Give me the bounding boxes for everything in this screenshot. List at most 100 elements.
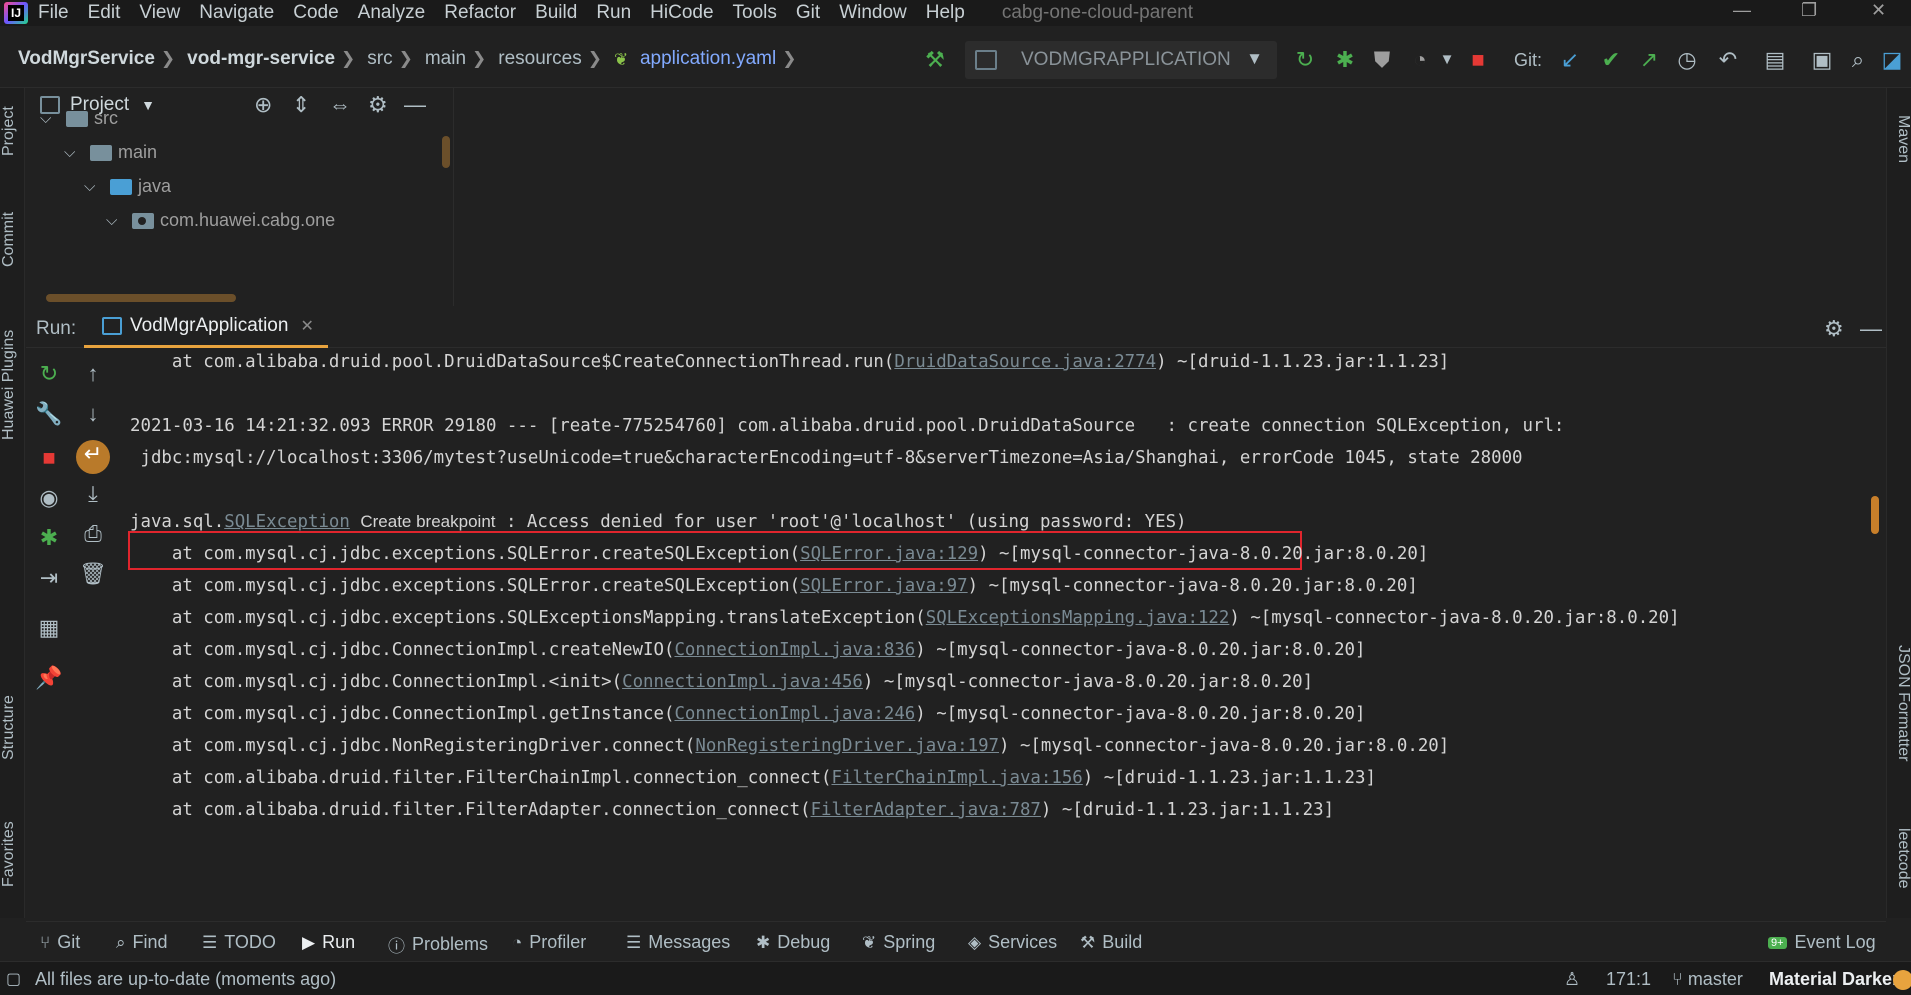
camera-icon[interactable]: ◉ (34, 484, 64, 512)
tab-vodmgrapplication[interactable]: VodMgrApplication ✕ (84, 306, 328, 348)
git-commit-icon[interactable]: ✔ (1596, 46, 1626, 74)
menu-edit[interactable]: Edit (88, 2, 121, 24)
close-icon[interactable]: ✕ (1871, 0, 1886, 21)
status-message[interactable]: All files are up-to-date (moments ago) (35, 969, 336, 990)
menu-file[interactable]: File (38, 2, 69, 24)
menu-git[interactable]: Git (796, 2, 820, 24)
plugin-icon[interactable]: ◪ (1877, 46, 1907, 74)
restore-icon[interactable]: ❐ (1801, 0, 1817, 21)
tab-services[interactable]: ◈ Services (968, 932, 1057, 953)
git-branch-widget[interactable]: ⑂ master (1672, 969, 1743, 990)
tab-huawei-plugins[interactable]: Huawei Plugins (0, 320, 25, 450)
tab-json-formatter[interactable]: JSON Formatter (1887, 628, 1911, 778)
theme-label[interactable]: Material Darker (1769, 969, 1899, 990)
hide-icon[interactable]: — (1860, 316, 1882, 342)
chevron-down-icon[interactable]: ⌵ (40, 110, 58, 127)
tab-find[interactable]: ⌕ Find (116, 932, 168, 953)
tab-project[interactable]: Project (0, 96, 25, 166)
soft-wrap-icon[interactable]: ↵ (76, 440, 110, 474)
trash-icon[interactable]: 🗑 (78, 560, 108, 588)
gear-icon[interactable]: ⚙ (368, 92, 388, 118)
menu-navigate[interactable]: Navigate (199, 2, 274, 24)
tab-messages[interactable]: ☰ Messages (626, 932, 730, 953)
console-output[interactable]: at com.alibaba.druid.pool.DruidDataSourc… (126, 348, 1879, 918)
source-link[interactable]: ConnectionImpl.java:246 (674, 704, 915, 724)
source-link[interactable]: DruidDataSource.java:2774 (894, 352, 1156, 372)
tab-profiler[interactable]: ◔ Profiler (512, 932, 586, 953)
tab-todo[interactable]: ☰ TODO (202, 932, 276, 953)
tab-debug[interactable]: ✱ Debug (756, 932, 830, 953)
source-link[interactable]: SQLExceptionsMapping.java:122 (926, 608, 1230, 628)
rerun-icon[interactable]: ↻ (34, 360, 64, 388)
tab-favorites[interactable]: Favorites (0, 806, 25, 902)
rollback-icon[interactable]: ↶ (1713, 46, 1743, 74)
source-link[interactable]: FilterAdapter.java:787 (811, 800, 1041, 820)
down-arrow-icon[interactable]: ↓ (78, 400, 108, 428)
chevron-down-icon[interactable]: ⌵ (84, 178, 102, 195)
breadcrumb-module[interactable]: vod-mgr-service (187, 48, 335, 70)
profile-icon[interactable]: ◔ (1405, 46, 1435, 74)
chevron-down-icon[interactable]: ⌵ (64, 144, 82, 161)
source-link[interactable]: NonRegisteringDriver.java:197 (695, 736, 999, 756)
tab-event-log[interactable]: 9+ Event Log (1768, 932, 1876, 953)
exit-icon[interactable]: ⇥ (34, 564, 64, 592)
vertical-scrollbar[interactable] (442, 136, 450, 168)
breadcrumb-main[interactable]: main (425, 48, 466, 70)
menu-code[interactable]: Code (293, 2, 338, 24)
breadcrumb-file[interactable]: application.yaml (640, 48, 776, 70)
tab-commit[interactable]: Commit (0, 200, 25, 278)
tree-item-java[interactable]: ⌵ java (84, 176, 171, 197)
source-link[interactable]: FilterChainImpl.java:156 (832, 768, 1083, 788)
menu-window[interactable]: Window (839, 2, 907, 24)
stop-icon[interactable]: ■ (1463, 46, 1493, 74)
tab-build[interactable]: ⚒ Build (1080, 932, 1142, 953)
project-structure-icon[interactable]: ▤ (1760, 46, 1790, 74)
scroll-to-end-icon[interactable]: ⤓ (78, 480, 108, 508)
menu-run[interactable]: Run (596, 2, 631, 24)
source-link[interactable]: ConnectionImpl.java:456 (622, 672, 863, 692)
tab-run[interactable]: ▶ Run (302, 932, 355, 953)
menu-analyze[interactable]: Analyze (358, 2, 426, 24)
menu-hicode[interactable]: HiCode (650, 2, 713, 24)
tab-spring[interactable]: ❦ Spring (862, 932, 935, 953)
gear-icon[interactable]: ⚙ (1824, 316, 1844, 342)
menu-help[interactable]: Help (926, 2, 965, 24)
build-hammer-icon[interactable]: ⚒ (920, 46, 950, 74)
caret-down-icon[interactable]: ▼ (1432, 46, 1462, 74)
locate-icon[interactable]: ⊕ (254, 92, 272, 118)
exception-link[interactable]: SQLException (224, 512, 350, 532)
history-icon[interactable]: ◷ (1672, 46, 1702, 74)
source-link[interactable]: ConnectionImpl.java:836 (674, 640, 915, 660)
create-breakpoint-link[interactable]: Create breakpoint (360, 512, 495, 531)
horizontal-scrollbar[interactable] (46, 294, 236, 302)
memory-indicator-icon[interactable]: ♙ (1564, 969, 1580, 990)
git-update-icon[interactable]: ↙ (1555, 46, 1585, 74)
chevron-down-icon[interactable]: ⌵ (106, 212, 124, 229)
search-icon[interactable]: ⌕ (1843, 46, 1873, 74)
debug-bug-icon[interactable]: ✱ (34, 524, 64, 552)
breadcrumb-project[interactable]: VodMgrService (18, 48, 155, 70)
menu-build[interactable]: Build (535, 2, 577, 24)
git-push-icon[interactable]: ↗ (1634, 46, 1664, 74)
minimize-icon[interactable]: — (1733, 0, 1751, 21)
tree-item-src[interactable]: ⌵ src (40, 108, 118, 129)
rerun-icon[interactable]: ↻ (1290, 46, 1320, 74)
wrench-icon[interactable]: 🔧 (34, 400, 64, 428)
breadcrumb-src[interactable]: src (367, 48, 392, 70)
menu-refactor[interactable]: Refactor (444, 2, 516, 24)
expand-all-icon[interactable]: ⇕ (292, 92, 310, 118)
breadcrumb-resources[interactable]: resources (498, 48, 581, 70)
run-configuration-select[interactable]: VODMGRAPPLICATION ▼ (965, 41, 1277, 79)
caret-position[interactable]: 171:1 (1606, 969, 1651, 990)
menu-view[interactable]: View (139, 2, 180, 24)
stop-icon[interactable]: ■ (34, 444, 64, 472)
coverage-icon[interactable]: ⛊ (1367, 46, 1397, 74)
terminal-icon[interactable]: ▣ (1807, 46, 1837, 74)
layout-icon[interactable]: ▦ (34, 614, 64, 642)
tab-maven[interactable]: Maven (1887, 96, 1911, 182)
source-link[interactable]: SQLError.java:129 (800, 544, 978, 564)
source-link[interactable]: SQLError.java:97 (800, 576, 968, 596)
print-icon[interactable]: ⎙ (78, 520, 108, 548)
tree-item-package[interactable]: ⌵ com.huawei.cabg.one (106, 210, 335, 231)
debug-bug-icon[interactable]: ✱ (1330, 46, 1360, 74)
